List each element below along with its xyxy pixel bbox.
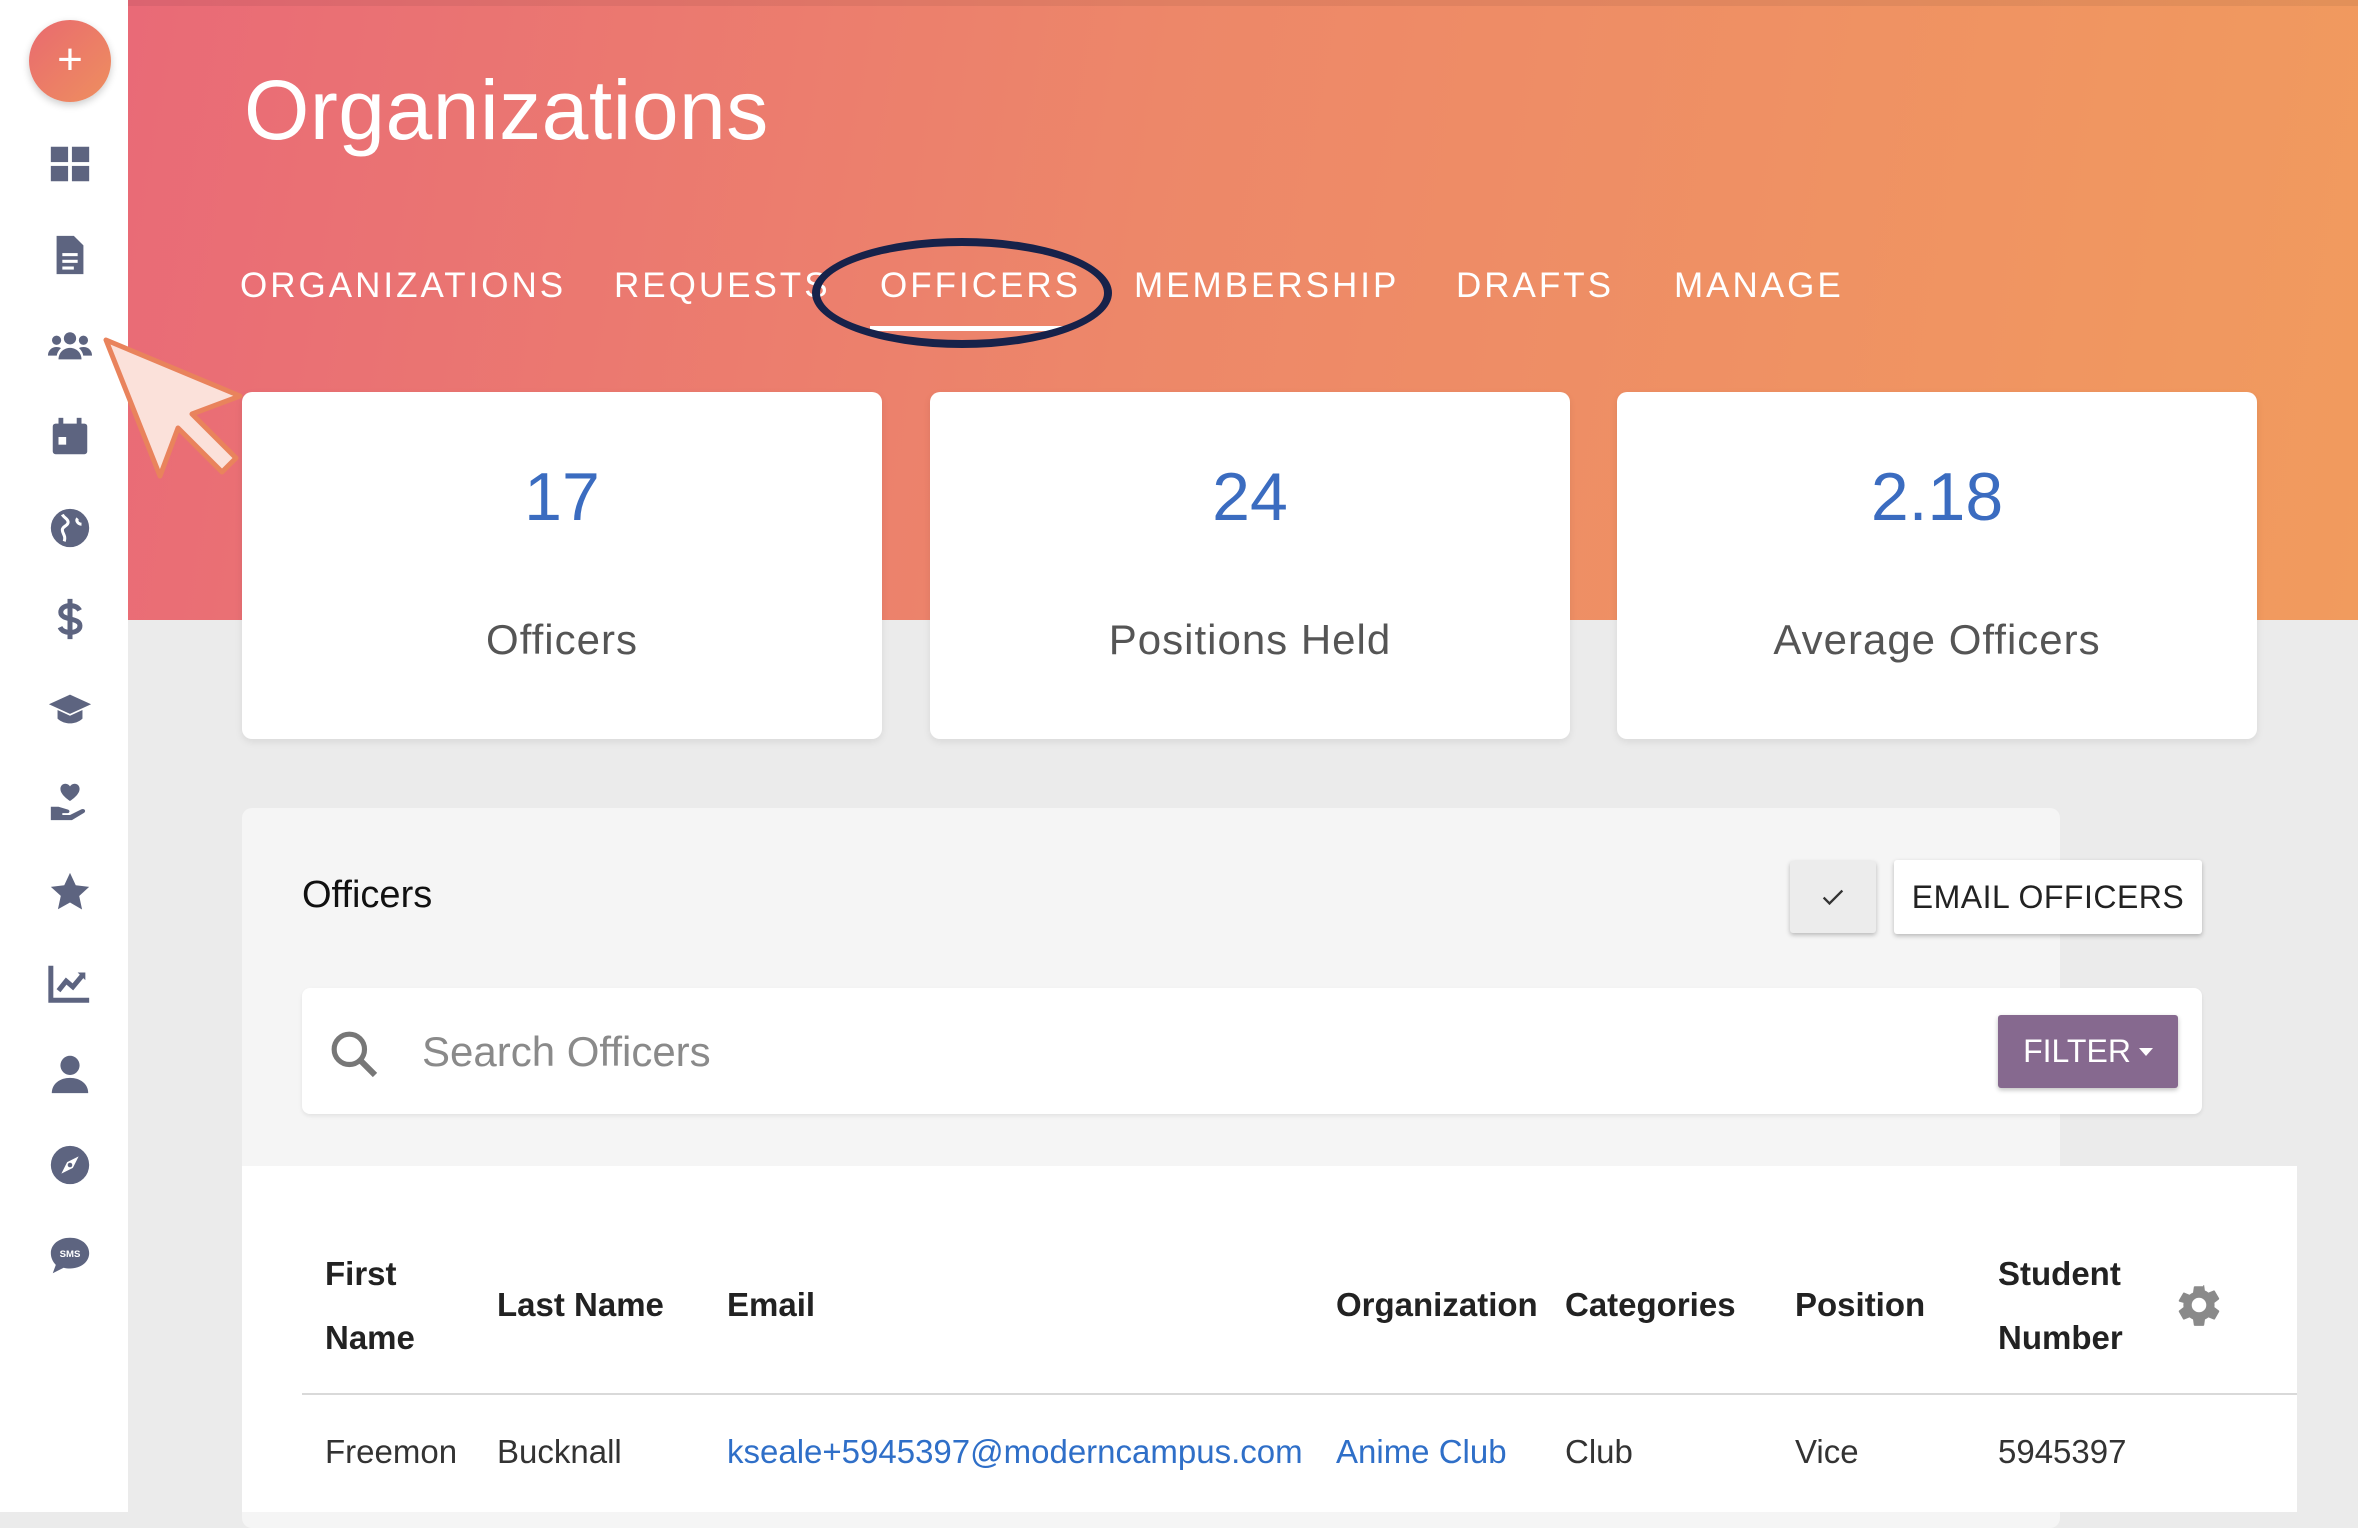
column-header-position[interactable]: Position (1795, 1273, 1925, 1337)
chart-line-icon[interactable] (40, 953, 100, 1013)
annotation-circle (812, 238, 1112, 348)
filter-button[interactable]: FILTER (1998, 1015, 2178, 1088)
sidebar: + SMS (0, 0, 128, 1512)
check-icon (1822, 889, 1844, 906)
stat-card-average-officers: 2.18 Average Officers (1617, 392, 2257, 739)
pointer-arrow-icon (103, 337, 243, 479)
stat-label: Average Officers (1773, 616, 2101, 663)
column-header-categories[interactable]: Categories (1565, 1273, 1736, 1337)
column-header-student-number[interactable]: Student Number (1998, 1242, 2123, 1370)
calendar-icon[interactable] (40, 407, 100, 467)
column-header-line: Name (325, 1319, 415, 1356)
column-header-first-name[interactable]: First Name (325, 1242, 415, 1370)
stat-value: 17 (524, 459, 600, 535)
caret-down-icon (2138, 1047, 2153, 1056)
star-icon[interactable] (40, 862, 100, 922)
column-header-line: First (325, 1255, 397, 1292)
cell-first-name: Freemon (325, 1433, 458, 1470)
svg-text:SMS: SMS (60, 1249, 81, 1260)
graduation-cap-icon[interactable] (40, 680, 100, 740)
tab-organizations[interactable]: ORGANIZATIONS (240, 266, 566, 306)
document-icon[interactable] (40, 225, 100, 285)
sms-icon[interactable]: SMS (40, 1226, 100, 1286)
column-header-organization[interactable]: Organization (1336, 1273, 1538, 1337)
search-icon (331, 1031, 378, 1078)
hand-heart-icon[interactable] (40, 771, 100, 831)
cell-email-link[interactable]: kseale+5945397@moderncampus.com (727, 1420, 1303, 1484)
stat-label: Officers (486, 616, 638, 663)
tab-requests[interactable]: REQUESTS (614, 266, 831, 306)
stat-label: Positions Held (1108, 616, 1392, 663)
email-officers-button[interactable]: EMAIL OFFICERS (1894, 860, 2202, 934)
stat-value: 24 (1212, 459, 1288, 535)
tab-drafts[interactable]: DRAFTS (1456, 266, 1614, 306)
user-icon[interactable] (40, 1044, 100, 1104)
column-header-line: Number (1998, 1319, 2123, 1356)
dashboard-icon[interactable] (40, 134, 100, 194)
cell-categories: Club (1565, 1433, 1633, 1470)
cell-last-name: Bucknall (497, 1433, 622, 1470)
search-input[interactable] (420, 1020, 1874, 1084)
compass-icon[interactable] (40, 1135, 100, 1195)
cell-organization-link[interactable]: Anime Club (1336, 1420, 1507, 1484)
tab-manage[interactable]: MANAGE (1674, 266, 1844, 306)
stat-card-positions-held: 24 Positions Held (930, 392, 1570, 739)
stat-value: 2.18 (1870, 459, 2004, 535)
column-header-email[interactable]: Email (727, 1273, 815, 1337)
tab-membership[interactable]: MEMBERSHIP (1134, 266, 1399, 306)
filter-label: FILTER (2023, 1033, 2131, 1069)
gear-icon[interactable] (2174, 1280, 2224, 1330)
cell-student-number: 5945397 (1998, 1433, 2127, 1470)
users-icon[interactable] (40, 316, 100, 376)
globe-icon[interactable] (40, 498, 100, 558)
dollar-icon[interactable] (40, 589, 100, 649)
panel-title: Officers (302, 874, 433, 916)
table-header-divider (302, 1393, 2297, 1395)
stat-card-officers: 17 Officers (242, 392, 882, 739)
page-title: Organizations (244, 63, 769, 157)
select-all-button[interactable] (1790, 861, 1876, 933)
column-header-line: Student (1998, 1255, 2121, 1292)
cell-position: Vice (1795, 1433, 1859, 1470)
header-top-border (128, 0, 2358, 6)
column-header-last-name[interactable]: Last Name (497, 1273, 664, 1337)
add-button[interactable]: + (29, 20, 111, 102)
